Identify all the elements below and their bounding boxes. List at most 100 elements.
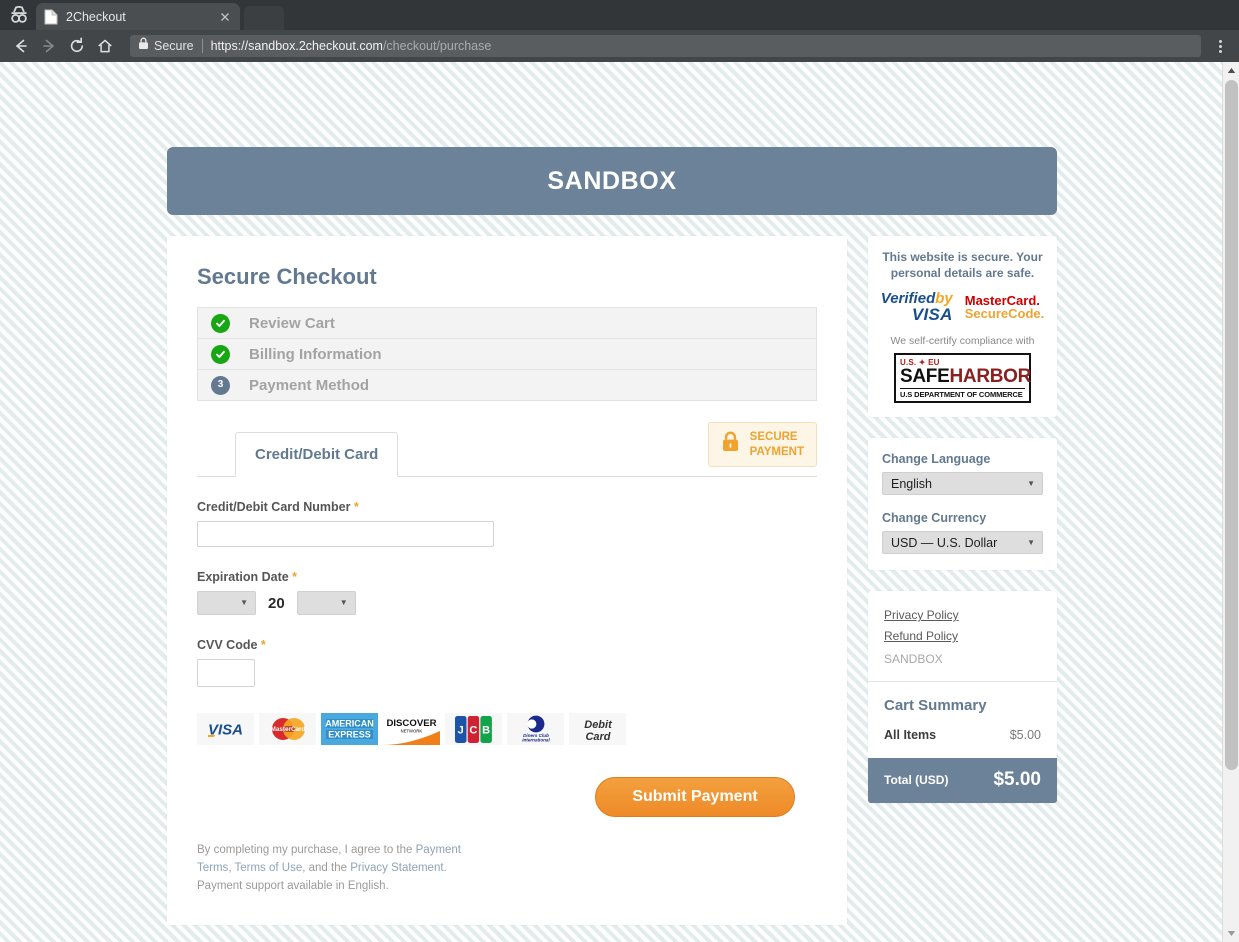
card-number-label: Credit/Debit Card Number *	[197, 500, 817, 514]
close-icon[interactable]	[218, 10, 232, 24]
privacy-statement-link[interactable]: Privacy Statement	[350, 862, 443, 874]
privacy-policy-link[interactable]: Privacy Policy	[884, 608, 1041, 622]
tab-label: Credit/Debit Card	[255, 446, 379, 463]
page-icon	[44, 9, 58, 25]
cart-summary-title: Cart Summary	[884, 697, 987, 715]
sandbox-banner-title: SANDBOX	[547, 166, 677, 195]
card-number-input[interactable]	[197, 521, 494, 547]
back-button[interactable]	[8, 33, 34, 59]
msc-mastercard: MasterCard.	[964, 292, 1040, 308]
cart-total-label: Total (USD)	[884, 773, 949, 788]
safe-harbor-badge: U.S. ✦ EU SAFEHARBOR U.S DEPARTMENT OF C…	[894, 353, 1031, 404]
card-number-label-text: Credit/Debit Card Number	[197, 500, 351, 514]
menu-dot	[1218, 44, 1222, 48]
secure-payment-text: SECURE PAYMENT	[750, 430, 804, 459]
svg-text:C: C	[469, 724, 477, 736]
check-icon	[211, 344, 230, 364]
change-language-label: Change Language	[882, 452, 991, 467]
forward-button[interactable]	[36, 33, 62, 59]
mastercard-logo: MasterCard	[259, 713, 316, 745]
submit-payment-button[interactable]: Submit Payment	[595, 777, 795, 817]
expiration-date-row: ▼ 20 ▼	[197, 591, 817, 615]
verified-by-visa-logo: Verifiedby VISA	[881, 291, 953, 323]
cart-row-value: $5.00	[1009, 728, 1041, 743]
safe-harbor-harbor: HARBOR	[949, 366, 1032, 388]
address-bar[interactable]: Secure https://sandbox.2checkout.com/che…	[130, 35, 1201, 57]
locale-card: Change Language English ▼ Change Currenc…	[868, 438, 1057, 571]
chevron-down-icon: ▼	[339, 598, 348, 607]
scroll-up-arrow-icon[interactable]	[1223, 62, 1239, 79]
chevron-down-icon: ▼	[240, 598, 248, 607]
checkout-steps: Review Cart Billing Information 3 Paymen…	[197, 307, 817, 401]
cart-summary: Cart Summary All Items $5.00	[868, 682, 1057, 758]
svg-text:EXPRESS: EXPRESS	[328, 730, 371, 740]
tab-strip: 2Checkout	[0, 0, 1239, 30]
payment-method-tabs: Credit/Debit Card SECURE PAYMENT	[197, 422, 817, 477]
currency-value: USD — U.S. Dollar	[891, 535, 998, 550]
language-select[interactable]: English ▼	[882, 472, 1043, 496]
step-label: Billing Information	[249, 345, 382, 363]
browser-toolbar: Secure https://sandbox.2checkout.com/che…	[0, 30, 1239, 62]
step-label: Payment Method	[249, 376, 370, 394]
url-text: https://sandbox.2checkout.com/checkout/p…	[211, 39, 492, 53]
svg-text:AMERICAN: AMERICAN	[325, 719, 374, 729]
cvv-input[interactable]	[197, 659, 255, 687]
currency-select[interactable]: USD — U.S. Dollar ▼	[882, 531, 1043, 555]
msc-securecode: SecureCode.	[964, 306, 1045, 322]
chevron-down-icon: ▼	[1027, 478, 1035, 488]
browser-tab[interactable]: 2Checkout	[36, 3, 240, 30]
svg-text:J: J	[458, 724, 464, 736]
step-payment-method[interactable]: 3 Payment Method	[198, 370, 816, 401]
safe-harbor-bottom: U.S DEPARTMENT OF COMMERCE	[900, 388, 1025, 399]
cart-total-value: $5.00	[993, 769, 1041, 791]
change-currency-label: Change Currency	[882, 511, 987, 526]
reload-button[interactable]	[64, 33, 90, 59]
lock-icon	[138, 37, 149, 55]
mastercard-securecode-logo: MasterCard. SecureCode.	[965, 294, 1044, 321]
refund-policy-link[interactable]: Refund Policy	[884, 629, 1041, 643]
expiration-year-select[interactable]: ▼	[296, 591, 356, 615]
checkout-panel: Secure Checkout Review Cart Billing Info…	[167, 236, 847, 926]
debit-card-logo: Debit Card	[569, 713, 626, 745]
menu-dot	[1218, 49, 1222, 53]
discover-logo: DISCOVER NETWORK	[383, 713, 440, 745]
expiration-date-label: Expiration Date *	[197, 570, 817, 584]
scroll-down-arrow-icon[interactable]	[1223, 925, 1239, 942]
site-security-indicator[interactable]: Secure	[134, 37, 200, 55]
safe-harbor-safe: SAFE	[900, 366, 950, 388]
svg-text:DISCOVER: DISCOVER	[386, 718, 436, 729]
amex-logo: AMERICAN EXPRESS	[321, 713, 378, 745]
url-origin: https://sandbox.2checkout.com	[210, 39, 383, 53]
safe-harbor-title: SAFEHARBOR	[900, 366, 1031, 388]
kebab-menu-icon[interactable]	[1209, 33, 1231, 59]
svg-text:Card: Card	[585, 731, 610, 743]
cart-total: Total (USD) $5.00	[868, 758, 1057, 804]
payment-support-text: Payment support available in English.	[197, 880, 389, 893]
jcb-logo: J C B	[445, 713, 502, 745]
expiration-month-select[interactable]: ▼	[197, 591, 256, 615]
scrollbar-thumb[interactable]	[1225, 80, 1238, 770]
page-scrollbar[interactable]	[1222, 62, 1239, 942]
svg-text:MasterCard: MasterCard	[270, 726, 305, 733]
terms-text: By completing my purchase, I agree to th…	[197, 841, 497, 895]
step-review-cart[interactable]: Review Cart	[198, 308, 816, 339]
home-button[interactable]	[92, 33, 118, 59]
policies-cart-card: Privacy Policy Refund Policy SANDBOX Car…	[868, 591, 1057, 804]
step-billing-information[interactable]: Billing Information	[198, 339, 816, 370]
step-number: 3	[217, 379, 224, 390]
new-tab-button[interactable]	[244, 6, 284, 30]
expiration-date-label-text: Expiration Date	[197, 570, 289, 584]
svg-text:International: International	[522, 738, 550, 743]
page-title: Secure Checkout	[197, 264, 377, 289]
terms-of-use-link[interactable]: Terms of Use	[235, 862, 303, 874]
lock-icon	[721, 431, 740, 458]
diners-club-logo: Diners Club International	[507, 713, 564, 745]
accepted-cards-row: VISA MasterCard AMERICAN EXPRESS DISCOVE…	[197, 713, 817, 745]
vendor-name: SANDBOX	[884, 652, 943, 667]
menu-dot	[1218, 39, 1222, 43]
chevron-down-icon: ▼	[1027, 537, 1035, 547]
tab-credit-debit-card[interactable]: Credit/Debit Card	[235, 432, 399, 477]
cart-row: All Items $5.00	[884, 728, 1041, 742]
required-marker: *	[292, 570, 298, 584]
terms-part-4: .	[443, 862, 447, 875]
